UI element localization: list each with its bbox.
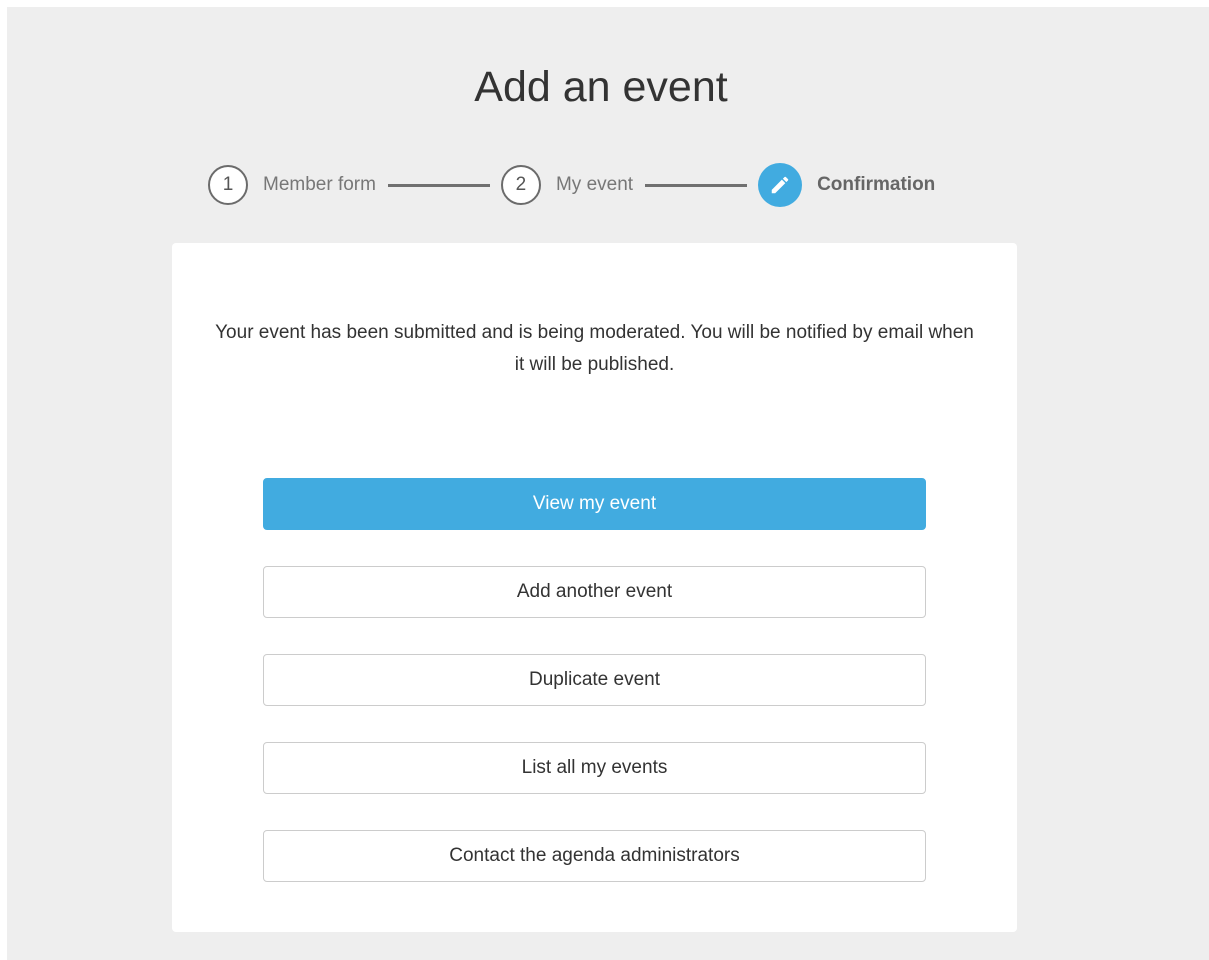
- step-label-confirmation: Confirmation: [817, 174, 936, 195]
- step-connector: [387, 183, 490, 187]
- step-number-1: 1: [208, 165, 248, 205]
- page-background: Add an event 1 Member form 2 My event Co…: [7, 7, 1209, 960]
- page-title: Add an event: [474, 63, 728, 111]
- duplicate-event-button[interactable]: Duplicate event: [263, 654, 926, 706]
- progress-stepper: 1 Member form 2 My event Confirmation: [208, 163, 935, 207]
- step-confirmation: Confirmation: [758, 163, 935, 207]
- step-connector: [645, 183, 748, 187]
- list-all-my-events-button[interactable]: List all my events: [263, 742, 926, 794]
- confirmation-message: Your event has been submitted and is bei…: [215, 322, 974, 375]
- pencil-icon: [758, 163, 803, 207]
- pencil-icon-glyph: [771, 176, 789, 194]
- step-my-event: 2 My event: [500, 165, 634, 205]
- step-number-2: 2: [500, 165, 541, 205]
- confirmation-card: Your event has been submitted and is bei…: [172, 243, 1017, 932]
- step-label-my-event: My event: [555, 174, 634, 195]
- step-member-form: 1 Member form: [208, 165, 376, 205]
- add-another-event-button[interactable]: Add another event: [263, 566, 926, 618]
- view-my-event-button[interactable]: View my event: [263, 478, 926, 530]
- step-label-member-form: Member form: [263, 174, 376, 195]
- contact-admins-button[interactable]: Contact the agenda administrators: [263, 830, 926, 882]
